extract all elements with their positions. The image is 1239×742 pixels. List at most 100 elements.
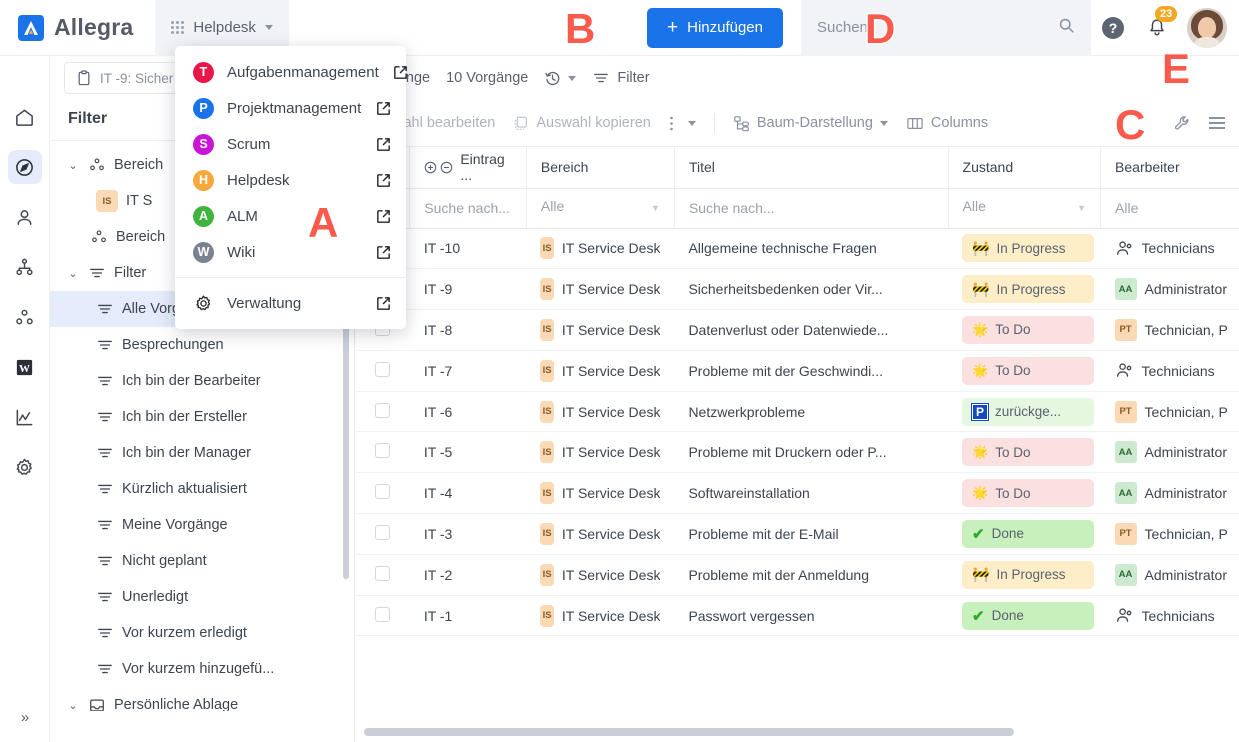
row-checkbox[interactable] xyxy=(375,402,391,418)
avatar[interactable] xyxy=(1187,7,1227,48)
menu-item-verwaltung[interactable]: Verwaltung xyxy=(175,285,406,321)
row-checkbox-cell[interactable] xyxy=(356,472,410,515)
external-link-icon[interactable] xyxy=(375,295,392,312)
cell-key[interactable]: IT -1 xyxy=(409,595,527,637)
cell-key[interactable]: IT -6 xyxy=(409,391,527,433)
filter-select-area[interactable]: Alle ▼ xyxy=(526,188,675,229)
rail-item-org[interactable] xyxy=(8,250,42,284)
sidebar-item-persoenliche-ablage[interactable]: ⌄ Persönliche Ablage xyxy=(50,687,354,711)
cell-key[interactable]: IT -5 xyxy=(409,431,527,474)
copy-selection-button[interactable]: Auswahl kopieren xyxy=(513,115,651,131)
external-link-icon[interactable] xyxy=(392,64,409,81)
cell-title[interactable]: Probleme mit der E-Mail xyxy=(674,513,949,555)
cell-title[interactable]: Probleme mit Druckern oder P... xyxy=(674,431,949,474)
cell-state[interactable]: 🌟 To Do xyxy=(948,309,1101,351)
table-row[interactable]: IT -7 IS IT Service Desk Probleme mit der G… xyxy=(356,350,1239,392)
row-checkbox-cell[interactable] xyxy=(356,513,410,555)
sidebar-item-unerledigt[interactable]: Unerledigt xyxy=(50,579,354,615)
cell-title[interactable]: Softwareinstallation xyxy=(674,472,949,515)
cell-state[interactable]: 🌟 To Do xyxy=(948,472,1101,515)
row-checkbox[interactable] xyxy=(375,565,391,581)
rail-item-settings[interactable] xyxy=(8,450,42,484)
cell-title[interactable]: Allgemeine technische Fragen xyxy=(674,228,949,270)
columns-button[interactable]: Columns xyxy=(906,115,988,131)
table-horizontal-scrollbar[interactable] xyxy=(364,728,1230,736)
cell-key[interactable]: IT -7 xyxy=(409,350,527,392)
sidebar-item-ich-bin-der-ersteller[interactable]: Ich bin der Ersteller xyxy=(50,399,354,435)
row-checkbox-cell[interactable] xyxy=(356,554,410,596)
sidebar-item-kuerzlich-aktualisiert[interactable]: Kürzlich aktualisiert xyxy=(50,471,354,507)
external-link-icon[interactable] xyxy=(375,100,392,117)
table-row[interactable]: IT -3 IS IT Service Desk Probleme mit der E… xyxy=(356,513,1239,555)
column-header-assignee[interactable]: Bearbeiter xyxy=(1100,147,1239,189)
menu-item-wiki[interactable]: W Wiki xyxy=(175,234,406,270)
row-checkbox-cell[interactable] xyxy=(356,431,410,474)
cell-title[interactable]: Datenverlust oder Datenwiede... xyxy=(674,309,949,351)
brand[interactable]: Allegra xyxy=(0,14,133,41)
rail-item-home[interactable] xyxy=(8,100,42,134)
column-header-key[interactable]: Eintrag ... xyxy=(409,147,527,189)
add-button[interactable]: + Hinzufügen xyxy=(647,7,783,48)
search-input[interactable]: Suchen xyxy=(801,0,1091,56)
help-button[interactable]: ? xyxy=(1091,0,1135,56)
cell-title[interactable]: Netzwerkprobleme xyxy=(674,391,949,433)
cell-key[interactable]: IT -10 xyxy=(409,228,527,270)
row-checkbox-cell[interactable] xyxy=(356,595,410,637)
sidebar-item-vor-kurzem-erledigt[interactable]: Vor kurzem erledigt xyxy=(50,615,354,651)
menu-item-aufgabenmanagement[interactable]: T Aufgabenmanagement xyxy=(175,54,409,90)
cell-title[interactable]: Probleme mit der Anmeldung xyxy=(674,554,949,596)
document-tab[interactable]: IT -9: Sicher xyxy=(64,62,187,94)
cell-state[interactable]: 🚧 In Progress xyxy=(948,268,1101,311)
table-row[interactable]: IT -9 IS IT Service Desk Sicherheitsbedenke… xyxy=(356,268,1239,311)
sidebar-collapse-button[interactable]: » xyxy=(12,704,38,730)
table-row[interactable]: IT -1 IS IT Service Desk Passwort vergessen… xyxy=(356,595,1239,637)
more-actions-button[interactable] xyxy=(669,115,696,132)
row-checkbox-cell[interactable] xyxy=(356,350,410,392)
sidebar-item-ich-bin-der-bearbeiter[interactable]: Ich bin der Bearbeiter xyxy=(50,363,354,399)
filter-select-assignee[interactable]: Alle xyxy=(1100,188,1239,229)
menu-item-projektmanagement[interactable]: P Projektmanagement xyxy=(175,90,406,126)
table-row[interactable]: IT -4 IS IT Service Desk Softwareinstallati… xyxy=(356,472,1239,515)
cell-title[interactable]: Sicherheitsbedenken oder Vir... xyxy=(674,268,949,311)
cell-state[interactable]: ✔ Done xyxy=(948,513,1101,555)
filter-select-state[interactable]: Alle ▼ xyxy=(948,188,1102,229)
rail-item-scrum[interactable] xyxy=(8,300,42,334)
menu-item-alm[interactable]: A ALM xyxy=(175,198,406,234)
filter-input-title[interactable]: Suche nach... xyxy=(674,188,949,229)
menu-item-scrum[interactable]: S Scrum xyxy=(175,126,406,162)
row-checkbox[interactable] xyxy=(375,606,391,622)
row-checkbox[interactable] xyxy=(375,443,391,459)
cell-title[interactable]: Passwort vergessen xyxy=(674,595,949,637)
cell-key[interactable]: IT -3 xyxy=(409,513,527,555)
expand-collapse-controls[interactable] xyxy=(424,161,453,174)
filter-input-key[interactable]: Suche nach... xyxy=(409,188,527,229)
column-header-area[interactable]: Bereich xyxy=(526,147,675,189)
table-row[interactable]: IT -2 IS IT Service Desk Probleme mit der A… xyxy=(356,554,1239,596)
external-link-icon[interactable] xyxy=(375,172,392,189)
table-row[interactable]: IT -10 IS IT Service Desk Allgemeine techni… xyxy=(356,228,1239,270)
column-header-state[interactable]: Zustand xyxy=(948,147,1102,189)
external-link-icon[interactable] xyxy=(375,136,392,153)
table-row[interactable]: IT -6 IS IT Service Desk Netzwerkprobleme Pz… xyxy=(356,391,1239,433)
row-checkbox[interactable] xyxy=(375,484,391,500)
cell-state[interactable]: Pzurückge... xyxy=(948,391,1101,433)
sidebar-item-meine-vorgaenge[interactable]: Meine Vorgänge xyxy=(50,507,354,543)
wrench-button[interactable] xyxy=(1173,114,1191,132)
row-checkbox-cell[interactable] xyxy=(356,391,410,433)
rail-item-reports[interactable] xyxy=(8,400,42,434)
cell-state[interactable]: 🌟 To Do xyxy=(948,431,1101,474)
rail-item-contacts[interactable] xyxy=(8,200,42,234)
column-header-title[interactable]: Titel xyxy=(674,147,949,189)
cell-key[interactable]: IT -4 xyxy=(409,472,527,515)
list-lines-icon[interactable] xyxy=(1209,117,1225,129)
cell-state[interactable]: 🚧 In Progress xyxy=(948,554,1101,596)
menu-item-helpdesk[interactable]: H Helpdesk xyxy=(175,162,406,198)
row-checkbox[interactable] xyxy=(375,524,391,540)
external-link-icon[interactable] xyxy=(375,208,392,225)
sidebar-item-vor-kurzem-hinzugefuegt[interactable]: Vor kurzem hinzugefü... xyxy=(50,651,354,687)
tree-view-button[interactable]: Baum-Darstellung xyxy=(733,115,888,132)
cell-state[interactable]: 🚧 In Progress xyxy=(948,228,1101,270)
external-link-icon[interactable] xyxy=(375,244,392,261)
filter-button[interactable]: Filter xyxy=(592,70,650,86)
cell-key[interactable]: IT -9 xyxy=(409,268,527,311)
